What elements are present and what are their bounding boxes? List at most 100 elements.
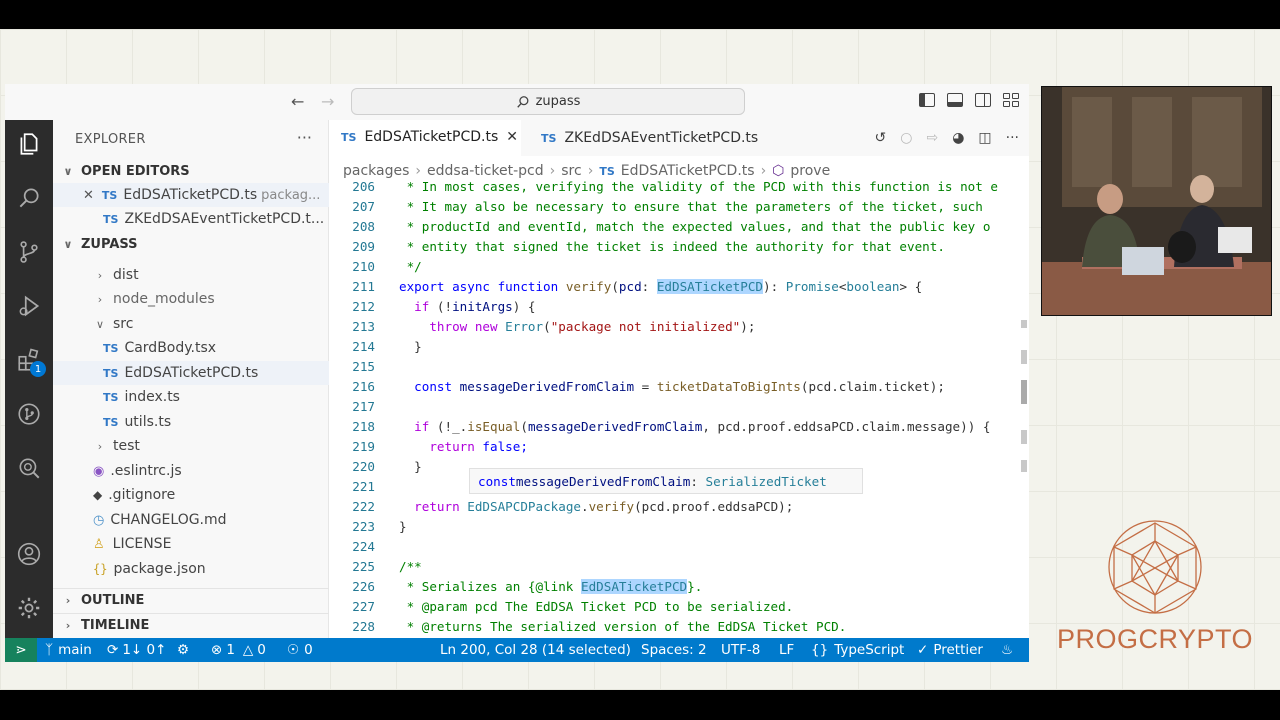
close-icon[interactable]: ✕: [83, 188, 94, 203]
code-token: .: [581, 498, 589, 514]
webcam-image: [1042, 87, 1271, 315]
problems-indicator[interactable]: ⊗ 1 △ 0: [211, 638, 266, 662]
line-number: 216: [352, 378, 375, 394]
tree-folder-src[interactable]: ∨ src: [53, 312, 329, 336]
code-line: 219 return false;: [329, 436, 1029, 456]
toggle-panel-icon[interactable]: [947, 93, 963, 107]
previous-change-icon[interactable]: ○: [900, 130, 912, 146]
code-line: 208 * productId and eventId, match the e…: [329, 216, 1029, 236]
explorer-more-actions[interactable]: ···: [297, 128, 312, 147]
tree-item-label: .gitignore: [108, 487, 176, 503]
tab-eddsaticketpcd[interactable]: TS EdDSATicketPCD.ts ✕: [329, 120, 521, 156]
editor-scrollbar[interactable]: [1021, 320, 1027, 620]
tree-file-package-json[interactable]: {} package.json: [53, 557, 329, 581]
project-section[interactable]: ∨ ZUPASS: [53, 232, 329, 256]
code-token: throw new: [399, 318, 498, 334]
tree-file-eslintrc[interactable]: ◉ .eslintrc.js: [53, 459, 329, 483]
code-text: }: [399, 338, 422, 354]
cursor-position[interactable]: Ln 200, Col 28 (14 selected): [440, 638, 631, 662]
prettier-indicator[interactable]: ✓ Prettier: [917, 638, 983, 662]
code-text: }: [399, 518, 407, 534]
split-editor-icon[interactable]: ◫: [978, 130, 991, 146]
tree-item-label: CHANGELOG.md: [110, 512, 227, 528]
tree-folder-dist[interactable]: › dist: [53, 263, 329, 287]
customize-layout-icon[interactable]: [1003, 93, 1019, 107]
ports-indicator[interactable]: ☉ 0: [287, 638, 313, 662]
tab-label: ZKEdDSAEventTicketPCD.ts: [564, 130, 759, 146]
source-control-icon[interactable]: [15, 238, 43, 266]
tree-folder-node-modules[interactable]: › node_modules: [53, 287, 329, 311]
vscode-window: ← → zupass 1 EXPLORER ··· ∨ OPEN EDITORS…: [5, 84, 1029, 662]
notifications-bell-icon[interactable]: ♨: [1001, 638, 1013, 662]
project-label: ZUPASS: [81, 236, 138, 252]
line-number: 215: [352, 358, 375, 374]
code-token: =: [634, 378, 657, 394]
json-file-icon: {}: [93, 562, 108, 576]
code-token: if: [399, 298, 430, 314]
open-editor-item[interactable]: ✕ TS EdDSATicketPCD.ts packag...: [53, 183, 329, 207]
branch-name: main: [58, 642, 92, 658]
open-editor-item[interactable]: TS ZKEdDSAEventTicketPCD.t...: [53, 207, 329, 231]
code-token: * Serializes an {@link: [399, 578, 581, 594]
extension-status-icon[interactable]: ⚙: [177, 638, 189, 662]
command-center-search[interactable]: zupass: [351, 88, 745, 115]
remote-explorer-icon[interactable]: [15, 454, 43, 482]
tree-file-changelog[interactable]: ◷ CHANGELOG.md: [53, 508, 329, 532]
tree-file-gitignore[interactable]: ◆ .gitignore: [53, 483, 329, 507]
eol-setting[interactable]: LF: [779, 638, 794, 662]
code-token: "package not initialized": [550, 318, 741, 334]
code-line: 217: [329, 396, 1029, 416]
scroll-marker: [1021, 460, 1027, 472]
git-graph-icon[interactable]: [15, 400, 43, 428]
scroll-thumb[interactable]: [1021, 380, 1027, 404]
more-actions-icon[interactable]: ···: [1006, 130, 1019, 146]
tree-file-index[interactable]: TS index.ts: [53, 385, 329, 409]
sync-indicator[interactable]: ⟳ 1↓ 0↑: [107, 638, 166, 662]
code-token: verify: [565, 278, 612, 294]
explorer-icon[interactable]: [15, 130, 43, 158]
hover-type: SerializedTicket: [705, 473, 827, 489]
code-token: messageDerivedFromClaim: [527, 418, 703, 434]
encoding-setting[interactable]: UTF-8: [721, 638, 760, 662]
language-mode[interactable]: {} TypeScript: [811, 638, 904, 662]
activity-bar: 1: [5, 120, 53, 638]
tree-file-utils[interactable]: TS utils.ts: [53, 410, 329, 434]
line-number: 211: [352, 278, 375, 294]
code-token: if: [399, 418, 430, 434]
remote-indicator-icon[interactable]: ⋗: [5, 638, 37, 662]
close-icon[interactable]: ✕: [506, 129, 518, 145]
outline-section[interactable]: › OUTLINE: [53, 588, 329, 612]
typescript-file-icon: TS: [103, 415, 119, 429]
search-icon: [516, 95, 529, 108]
code-token: (: [611, 278, 619, 294]
code-token: Error: [505, 318, 544, 334]
git-commit-icon[interactable]: ◕: [952, 130, 964, 146]
accounts-icon[interactable]: [15, 540, 43, 568]
back-arrow-icon[interactable]: ←: [291, 92, 304, 111]
tree-file-cardbody[interactable]: TS CardBody.tsx: [53, 336, 329, 360]
next-change-icon[interactable]: ⇨: [926, 130, 938, 146]
tree-folder-test[interactable]: › test: [53, 434, 329, 458]
forward-arrow-icon[interactable]: →: [321, 92, 334, 111]
tab-zkeddsaeventticketpcd[interactable]: TS ZKEdDSAEventTicketPCD.ts: [529, 120, 770, 156]
code-token: pcd: [618, 278, 642, 294]
code-token: export async function: [399, 278, 559, 294]
tree-file-eddsaticketpcd[interactable]: TS EdDSATicketPCD.ts: [53, 361, 329, 385]
branch-indicator[interactable]: ᛉ main: [45, 638, 92, 662]
run-debug-icon[interactable]: [15, 292, 43, 320]
manage-gear-icon[interactable]: [15, 594, 43, 622]
line-number: 213: [352, 318, 375, 334]
extensions-icon[interactable]: 1: [15, 346, 46, 377]
indentation-setting[interactable]: Spaces: 2: [641, 638, 707, 662]
search-icon[interactable]: [15, 184, 43, 212]
tree-file-license[interactable]: ♙ LICENSE: [53, 532, 329, 556]
outline-label: OUTLINE: [81, 593, 145, 608]
code-token: (!: [429, 298, 453, 314]
open-editors-section[interactable]: ∨ OPEN EDITORS: [53, 159, 329, 183]
toggle-secondary-sidebar-icon[interactable]: [975, 93, 991, 107]
language-name: TypeScript: [834, 642, 905, 658]
toggle-primary-sidebar-icon[interactable]: [919, 93, 935, 107]
timeline-section[interactable]: › TIMELINE: [53, 613, 329, 637]
tree-item-label: LICENSE: [112, 536, 172, 552]
open-changes-icon[interactable]: ↺: [875, 130, 887, 146]
